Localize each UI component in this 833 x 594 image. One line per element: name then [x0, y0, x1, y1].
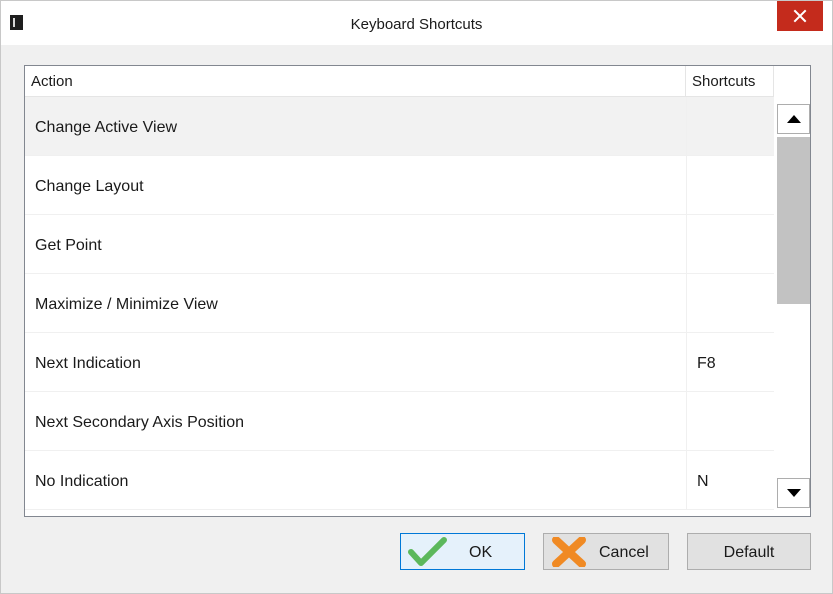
- table-row[interactable]: Change Layout: [25, 156, 774, 215]
- shortcut-cell[interactable]: F8: [686, 333, 774, 391]
- x-mark-icon: [552, 537, 586, 567]
- default-button-label: Default: [723, 544, 775, 561]
- shortcut-cell[interactable]: N: [686, 451, 774, 509]
- action-cell: Change Layout: [35, 178, 144, 195]
- column-header-shortcuts[interactable]: Shortcuts: [686, 66, 774, 96]
- table-row[interactable]: Next Indication F8: [25, 333, 774, 392]
- cancel-button[interactable]: Cancel: [543, 533, 669, 570]
- triangle-up-icon: [786, 115, 801, 123]
- table-row[interactable]: No Indication N: [25, 451, 774, 510]
- keyboard-shortcuts-dialog: Keyboard Shortcuts Action Shortcuts Chan…: [0, 0, 833, 594]
- triangle-down-icon: [786, 489, 801, 497]
- shortcut-cell[interactable]: [686, 274, 774, 332]
- column-header-row: Action Shortcuts: [25, 66, 774, 97]
- table-row[interactable]: Get Point: [25, 215, 774, 274]
- action-cell: Change Active View: [35, 119, 178, 136]
- scroll-up-button[interactable]: [777, 104, 810, 134]
- ok-button-label: OK: [469, 544, 493, 561]
- shortcut-cell[interactable]: [686, 392, 774, 450]
- column-header-action[interactable]: Action: [25, 66, 686, 96]
- table-row[interactable]: Maximize / Minimize View: [25, 274, 774, 333]
- action-cell: Next Secondary Axis Position: [35, 414, 244, 431]
- shortcut-rows: Change Active View Change Layout Get Poi…: [25, 97, 774, 516]
- table-row[interactable]: Next Secondary Axis Position: [25, 392, 774, 451]
- checkmark-icon: [408, 537, 447, 566]
- vertical-scrollbar[interactable]: [774, 97, 810, 516]
- close-icon: [793, 9, 807, 23]
- shortcut-cell[interactable]: [686, 97, 774, 155]
- action-cell: Next Indication: [35, 355, 141, 372]
- shortcut-cell[interactable]: [686, 215, 774, 273]
- scroll-thumb[interactable]: [777, 137, 810, 304]
- action-cell: No Indication: [35, 473, 129, 490]
- window-title: Keyboard Shortcuts: [350, 16, 483, 33]
- close-button[interactable]: [777, 1, 823, 31]
- cancel-button-label: Cancel: [599, 544, 649, 561]
- table-row[interactable]: Change Active View: [25, 97, 774, 156]
- action-cell: Get Point: [35, 237, 102, 254]
- default-button[interactable]: Default: [687, 533, 811, 570]
- scroll-down-button[interactable]: [777, 478, 810, 508]
- title-bar: Keyboard Shortcuts: [1, 1, 832, 45]
- shortcut-cell[interactable]: [686, 156, 774, 214]
- shortcuts-list[interactable]: Action Shortcuts Change Active View Chan…: [24, 65, 811, 517]
- action-cell: Maximize / Minimize View: [35, 296, 218, 313]
- ok-button[interactable]: OK: [400, 533, 525, 570]
